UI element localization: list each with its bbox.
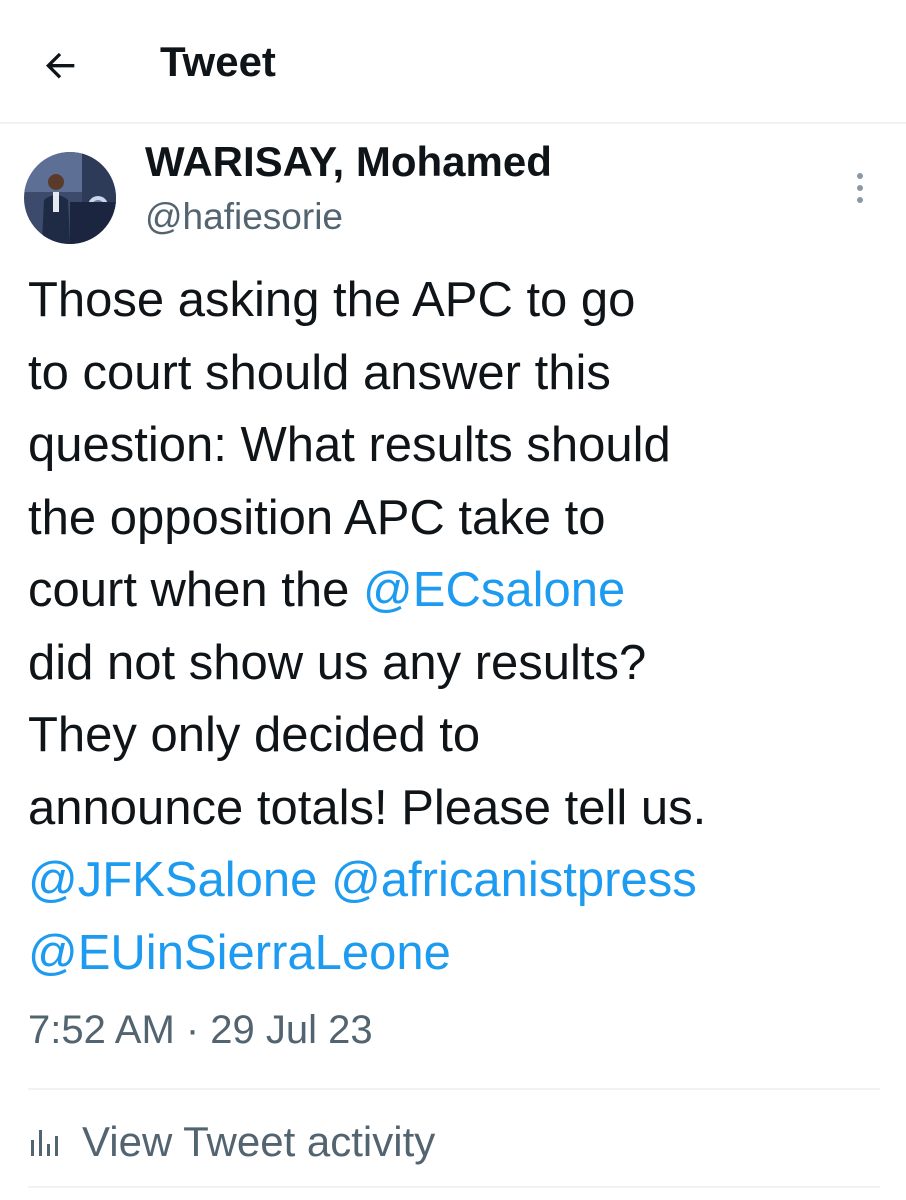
tweet-text-line: @EUinSierraLeone xyxy=(28,917,888,990)
tweet-text-line: court when the @ECsalone xyxy=(28,554,888,627)
tweet-text-line: @JFKSalone @africanistpress xyxy=(28,844,888,917)
tweet-text-line: did not show us any results? xyxy=(28,627,888,700)
author-name[interactable]: WARISAY, Mohamed xyxy=(145,138,552,186)
divider xyxy=(28,1186,880,1188)
tweet-text: Those asking the APC to go to court shoul… xyxy=(28,264,888,989)
avatar-image xyxy=(24,152,116,244)
tweet-text-line: to court should answer this xyxy=(28,337,888,410)
header-bar: Tweet xyxy=(0,0,906,124)
mention-link[interactable]: @africanistpress xyxy=(331,853,697,907)
analytics-bars-icon xyxy=(28,1122,68,1162)
tweet-page: Tweet WARISAY, Mohamed @hafiesorie Those… xyxy=(0,0,906,1200)
tweet-text-segment: Those asking the APC to go xyxy=(28,273,636,327)
tweet-text-line: Those asking the APC to go xyxy=(28,264,888,337)
tweet-text-line: They only decided to xyxy=(28,699,888,772)
view-tweet-activity-label: View Tweet activity xyxy=(82,1118,436,1165)
tweet-text-segment: the opposition APC take to xyxy=(28,490,606,545)
tweet-text-line: the opposition APC take to xyxy=(28,482,888,555)
more-vertical-icon xyxy=(857,173,863,203)
tweet-text-line: question: What results should xyxy=(28,409,888,482)
tweet-text-segment: question: What results should xyxy=(28,418,671,472)
tweet-text-segment: court when the xyxy=(28,563,364,617)
tweet-text-segment: did not show us any results? xyxy=(28,635,647,690)
avatar[interactable] xyxy=(24,152,116,244)
arrow-left-icon xyxy=(46,52,75,79)
tweet-text-segment: announce totals! Please tell us. xyxy=(28,780,707,835)
mention-link[interactable]: @ECsalone xyxy=(363,563,625,617)
author-handle[interactable]: @hafiesorie xyxy=(145,196,343,238)
mention-link[interactable]: @EUinSierraLeone xyxy=(28,926,451,980)
more-options-button[interactable] xyxy=(842,166,878,210)
tweet-timestamp[interactable]: 7:52 AM · 29 Jul 23 xyxy=(28,1008,373,1053)
divider xyxy=(28,1088,880,1090)
view-tweet-activity-button[interactable]: View Tweet activity xyxy=(28,1112,435,1172)
tweet-text-segment xyxy=(317,853,331,907)
tweet-text-segment: to court should answer this xyxy=(28,345,611,400)
page-title: Tweet xyxy=(160,38,276,85)
back-button[interactable] xyxy=(36,40,86,90)
tweet-text-segment: They only decided to xyxy=(28,708,481,762)
mention-link[interactable]: @JFKSalone xyxy=(28,853,317,907)
tweet-text-line: announce totals! Please tell us. xyxy=(28,772,888,845)
